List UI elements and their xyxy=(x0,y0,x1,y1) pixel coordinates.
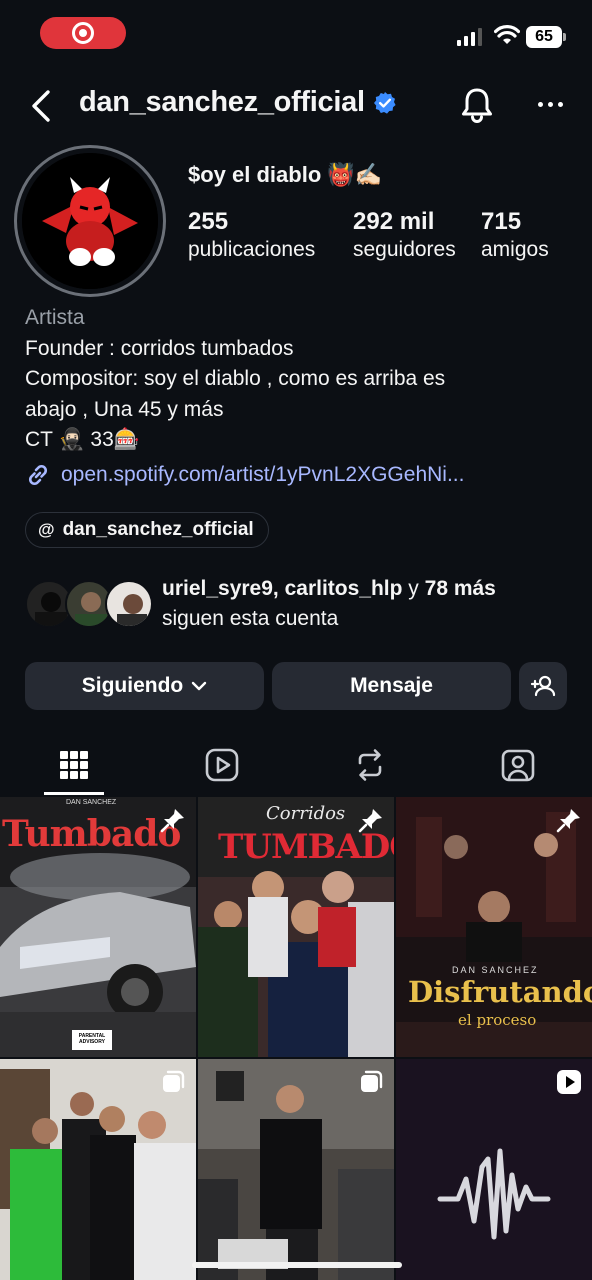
message-button[interactable]: Mensaje xyxy=(272,662,511,710)
message-label: Mensaje xyxy=(350,674,433,697)
status-bar: 65 xyxy=(0,0,592,70)
repost-icon xyxy=(358,749,382,781)
followers-label: seguidores xyxy=(353,238,456,261)
suggest-people-button[interactable] xyxy=(519,662,567,710)
more-options-icon[interactable] xyxy=(538,102,563,107)
mutual-avatar xyxy=(105,580,153,628)
profile-avatar[interactable] xyxy=(14,145,166,297)
posts-count: 255 xyxy=(188,208,229,235)
external-link[interactable]: open.spotify.com/artist/1yPvnL2XGGehNi..… xyxy=(25,462,464,488)
post-thumbnail[interactable]: DAN SANCHEZ Disfrutando el proceso xyxy=(396,797,592,1057)
mutual-more: 78 más xyxy=(424,577,496,600)
bio-line: CT 🥷🏻 33🎰 xyxy=(25,428,140,451)
record-icon xyxy=(72,22,94,44)
wifi-icon xyxy=(494,25,520,44)
mutual-names: uriel_syre9, carlitos_hlp xyxy=(162,577,403,600)
profile-category: Artista xyxy=(25,306,85,329)
mutual-joiner: y xyxy=(402,577,425,600)
followers-stat[interactable]: 292 mil seguidores xyxy=(353,208,456,262)
username-text: dan_sanchez_official xyxy=(79,86,365,118)
battery-indicator: 65 xyxy=(526,26,566,48)
screen-recording-indicator[interactable] xyxy=(40,17,126,49)
friends-count: 715 xyxy=(481,208,522,235)
post-thumbnail[interactable] xyxy=(396,1059,592,1280)
posts-stat[interactable]: 255 publicaciones xyxy=(188,208,315,262)
friends-label: amigos xyxy=(481,238,549,261)
notifications-bell-icon[interactable] xyxy=(460,86,494,124)
verified-badge-icon xyxy=(373,91,396,114)
post-artist: DAN SANCHEZ xyxy=(66,799,117,806)
pin-icon xyxy=(160,809,184,833)
posts-grid: Tumbado DAN SANCHEZ PARENTAL ADVISORY Co… xyxy=(0,797,592,1280)
threads-badge[interactable]: @ dan_sanchez_official xyxy=(25,512,269,548)
tab-grid[interactable] xyxy=(0,735,148,795)
home-indicator[interactable] xyxy=(192,1262,402,1268)
bio-line: abajo , Una 45 y más xyxy=(25,397,224,421)
reels-icon xyxy=(205,748,239,782)
post-thumbnail[interactable]: Tumbado DAN SANCHEZ PARENTAL ADVISORY xyxy=(0,797,196,1057)
link-text: open.spotify.com/artist/1yPvnL2XGGehNi..… xyxy=(61,463,465,486)
profile-bio: Artista Founder : corridos tumbados Comp… xyxy=(25,303,570,456)
post-thumbnail[interactable] xyxy=(0,1059,196,1280)
friends-stat[interactable]: 715 amigos xyxy=(481,208,549,262)
post-title: Disfrutando xyxy=(408,975,592,1009)
advisory-label: PARENTAL ADVISORY xyxy=(78,1033,106,1045)
threads-icon: @ xyxy=(38,520,55,539)
reel-play-icon xyxy=(557,1070,581,1094)
tagged-person-icon xyxy=(501,749,535,782)
post-artist: DAN SANCHEZ xyxy=(452,965,539,975)
post-title: Tumbado xyxy=(2,813,181,855)
mutual-followers[interactable]: uriel_syre9, carlitos_hlp y 78 más sigue… xyxy=(25,574,575,634)
pin-icon xyxy=(556,809,580,833)
following-button[interactable]: Siguiendo xyxy=(25,662,264,710)
back-arrow-icon[interactable] xyxy=(28,88,54,124)
posts-label: publicaciones xyxy=(188,238,316,261)
followers-count: 292 mil xyxy=(353,208,435,235)
profile-tabs xyxy=(0,735,592,795)
pin-icon xyxy=(358,809,382,833)
tab-reels[interactable] xyxy=(148,735,296,795)
display-name: $oy el diablo 👹✍🏻 xyxy=(188,162,383,187)
post-thumbnail[interactable]: Corridos TUMBADOS xyxy=(198,797,394,1057)
profile-header: dan_sanchez_official xyxy=(0,80,592,132)
tab-reposts[interactable] xyxy=(296,735,444,795)
post-thumbnail[interactable] xyxy=(198,1059,394,1280)
profile-username: dan_sanchez_official xyxy=(79,86,397,119)
carousel-icon xyxy=(163,1070,185,1092)
following-label: Siguiendo xyxy=(81,674,184,697)
active-tab-indicator xyxy=(44,792,104,795)
post-subtitle: TUMBADOS xyxy=(218,827,394,867)
post-title: Corridos xyxy=(266,803,346,824)
mutual-followers-text: uriel_syre9, carlitos_hlp y 78 más sigue… xyxy=(162,574,496,634)
devil-avatar-image xyxy=(22,153,158,289)
threads-handle: dan_sanchez_official xyxy=(62,519,254,540)
tab-tagged[interactable] xyxy=(444,735,592,795)
post-subtitle: el proceso xyxy=(458,1011,537,1029)
bio-line: Compositor: soy el diablo , como es arri… xyxy=(25,367,446,390)
cellular-signal-icon xyxy=(457,28,482,46)
grid-icon xyxy=(60,751,88,779)
carousel-icon xyxy=(361,1070,383,1092)
link-icon xyxy=(28,464,48,486)
chevron-down-icon xyxy=(192,681,207,691)
add-person-icon xyxy=(530,675,556,697)
mutual-suffix: siguen esta cuenta xyxy=(162,607,339,630)
bio-line: Founder : corridos tumbados xyxy=(25,336,294,360)
